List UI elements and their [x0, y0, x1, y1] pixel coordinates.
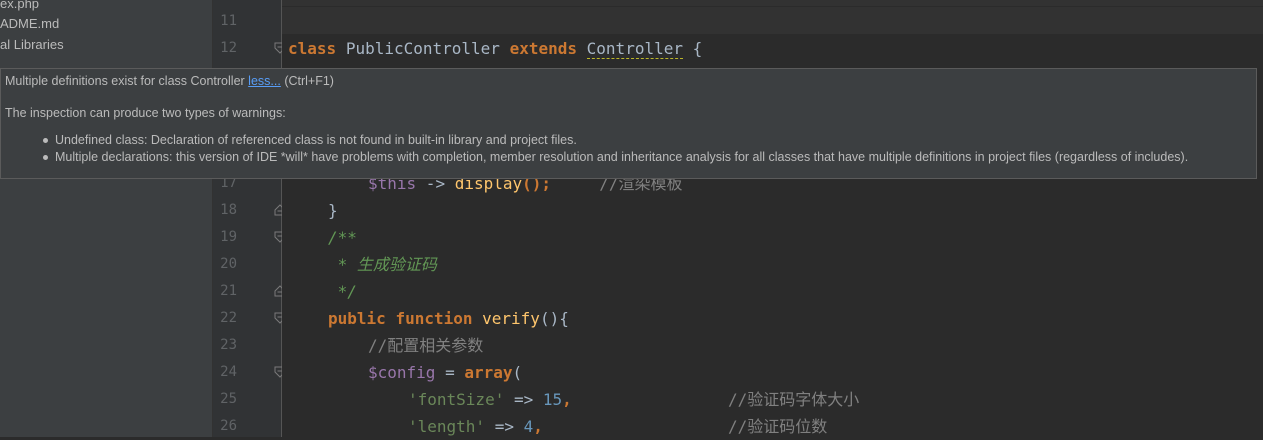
close-brace: }: [328, 201, 338, 220]
doc-comment-end: */: [328, 282, 357, 301]
variable-config: $config: [368, 363, 436, 382]
string-key: 'length': [408, 417, 486, 436]
line-number: 19: [220, 229, 237, 245]
project-tree-panel: ex.php ADME.md al Libraries: [0, 0, 213, 437]
line-number: 11: [220, 13, 237, 29]
assign-operator: =: [435, 363, 465, 382]
tooltip-title: Multiple definitions exist for class Con…: [5, 74, 245, 88]
open-brace: {: [692, 39, 703, 58]
number-value: 15: [542, 390, 563, 409]
arrow-operator: =>: [485, 417, 524, 436]
code-line-12[interactable]: class PublicController extends Controlle…: [288, 35, 702, 62]
line-number: 26: [220, 418, 237, 434]
keyword-class: class: [288, 39, 337, 58]
bullet-icon: [43, 138, 48, 143]
open-paren: (: [512, 363, 523, 382]
tooltip-intro: The inspection can produce two types of …: [5, 106, 286, 120]
tree-item-index-php[interactable]: ex.php: [0, 0, 39, 13]
tooltip-bullet-undefined-class: Undefined class: Declaration of referenc…: [55, 133, 577, 147]
tree-item-external-libraries[interactable]: al Libraries: [0, 35, 64, 54]
parent-class-warning[interactable]: Controller: [586, 39, 683, 59]
arrow-operator: =>: [504, 390, 543, 409]
line-number: 18: [220, 202, 237, 218]
current-line-fragment: [282, 0, 1263, 6]
keyword-array: array: [464, 363, 513, 382]
function-name: verify: [482, 309, 540, 328]
code-line-18[interactable]: }: [328, 197, 338, 224]
code-editor[interactable]: class PublicController extends Controlle…: [282, 0, 1263, 437]
line-number: 22: [220, 310, 237, 326]
code-line-21[interactable]: */: [328, 278, 357, 305]
current-line-highlight: [282, 7, 1263, 34]
less-link[interactable]: less...: [248, 74, 281, 88]
bullet-icon: [43, 155, 48, 160]
line-number: 23: [220, 337, 237, 353]
line-number: 21: [220, 283, 237, 299]
comment: //配置相关参数: [368, 336, 484, 355]
code-line-25-comment: //验证码字体大小: [728, 386, 859, 413]
class-name: PublicController: [345, 39, 500, 58]
code-line-24[interactable]: $config = array(: [368, 359, 522, 386]
code-line-26[interactable]: 'length' => 4,: [408, 413, 543, 440]
code-line-19[interactable]: /**: [328, 224, 357, 251]
code-line-26-comment: //验证码位数: [728, 413, 827, 440]
comment: //验证码位数: [728, 417, 828, 436]
tooltip-bullet-multiple-declarations: Multiple declarations: this version of I…: [55, 150, 1189, 164]
comment: //验证码字体大小: [728, 390, 860, 409]
comma: ,: [562, 390, 572, 409]
keyword-function: function: [395, 309, 473, 328]
editor-gutter: 11 12 17 18 19 20 21 22 23 24 25 26: [213, 0, 286, 437]
code-line-23[interactable]: //配置相关参数: [368, 332, 483, 359]
line-number: 12: [220, 40, 237, 56]
line-number: 20: [220, 256, 237, 272]
doc-comment-text: * 生成验证码: [328, 255, 437, 274]
code-line-25[interactable]: 'fontSize' => 15,: [408, 386, 572, 413]
shortcut-hint: (Ctrl+F1): [284, 74, 334, 88]
keyword-extends: extends: [509, 39, 578, 58]
inspection-tooltip[interactable]: Multiple definitions exist for class Con…: [0, 68, 1257, 179]
code-line-22[interactable]: public function verify(){: [328, 305, 569, 332]
number-value: 4: [523, 417, 534, 436]
keyword-public: public: [328, 309, 386, 328]
code-line-20[interactable]: * 生成验证码: [328, 251, 437, 278]
string-key: 'fontSize': [408, 390, 505, 409]
function-parens: (){: [539, 309, 569, 328]
tooltip-title-row: Multiple definitions exist for class Con…: [5, 74, 334, 88]
tree-item-readme[interactable]: ADME.md: [0, 14, 59, 33]
line-number: 24: [220, 364, 237, 380]
comma: ,: [533, 417, 543, 436]
line-number: 25: [220, 391, 237, 407]
doc-comment-start: /**: [328, 228, 357, 247]
